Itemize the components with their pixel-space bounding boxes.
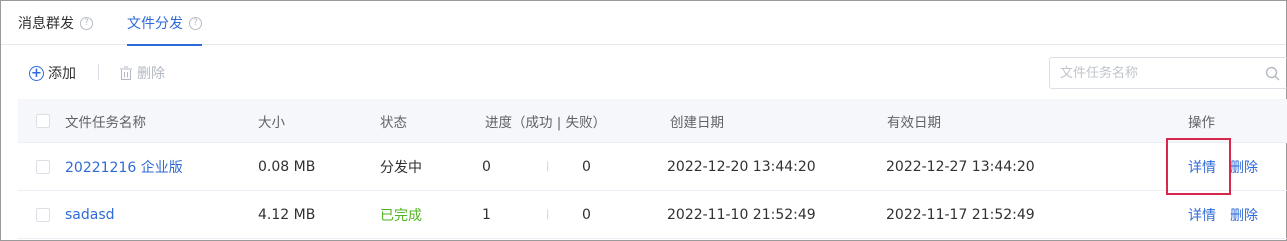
header-size: 大小 [258,114,285,131]
progress-separator: | [546,161,550,172]
help-icon[interactable]: ? [80,16,93,30]
tab-file-distribution-label: 文件分发 [127,16,183,32]
fail-count: 0 [582,206,591,223]
delete-link[interactable]: 删除 [1230,191,1258,238]
add-button-label: 添加 [48,66,76,82]
trash-icon [120,66,132,80]
delete-link[interactable]: 删除 [1230,143,1258,190]
created-date: 2022-12-20 13:44:20 [667,158,816,175]
status-text: 已完成 [380,207,422,224]
select-all-checkbox[interactable] [36,113,50,128]
delete-button-label: 删除 [137,66,165,82]
row-select-cell [36,143,50,190]
task-name-link[interactable]: 20221216 企业版 [65,143,183,190]
table-row: sadasd 4.12 MB 已完成 1 | 0 2022-11-10 21:5… [18,191,1287,239]
tab-file-distribution[interactable]: 文件分发 ? [127,1,202,46]
row-checkbox[interactable] [36,159,50,174]
table-row: 20221216 企业版 0.08 MB 分发中 0 | 0 2022-12-2… [18,143,1287,191]
status-text: 分发中 [380,159,422,176]
toolbar-divider [98,64,99,80]
header-status: 状态 [380,114,407,131]
header-actions: 操作 [1188,114,1215,131]
file-size: 0.08 MB [258,158,316,175]
created-date: 2022-11-10 21:52:49 [667,206,816,223]
detail-link[interactable]: 详情 [1188,143,1216,190]
row-select-cell [36,191,50,238]
plus-circle-icon: + [29,65,44,81]
header-progress: 进度（成功 | 失败） [485,114,607,131]
add-button[interactable]: + 添加 [29,61,76,85]
delete-button[interactable]: 删除 [119,61,165,85]
header-name: 文件任务名称 [65,114,146,131]
fail-count: 0 [582,158,591,175]
tab-bar: 消息群发 ? 文件分发 ? [1,1,1286,46]
table-header: 文件任务名称 大小 状态 进度（成功 | 失败） 创建日期 有效日期 操作 [18,99,1287,143]
help-icon[interactable]: ? [189,16,202,30]
expires-date: 2022-12-27 13:44:20 [886,158,1035,175]
search-input[interactable] [1060,65,1255,81]
detail-link[interactable]: 详情 [1188,191,1216,238]
task-name-link[interactable]: sadasd [65,191,115,238]
file-distribution-panel: 消息群发 ? 文件分发 ? + 添加 删除 文件任务名称 文件任务名称 大小 状… [0,0,1287,241]
row-checkbox[interactable] [36,207,50,222]
progress-separator: | [546,209,550,220]
tab-message-broadcast[interactable]: 消息群发 ? [18,1,93,45]
success-count: 0 [482,158,491,175]
select-all-cell [36,99,50,142]
search-icon[interactable] [1265,66,1280,81]
expires-date: 2022-11-17 21:52:49 [886,206,1035,223]
success-count: 1 [482,206,491,223]
header-created: 创建日期 [670,114,724,131]
file-size: 4.12 MB [258,206,316,223]
file-task-table: 文件任务名称 大小 状态 进度（成功 | 失败） 创建日期 有效日期 操作 20… [18,99,1287,239]
search-box [1049,57,1287,89]
tab-message-broadcast-label: 消息群发 [18,16,74,32]
header-expires: 有效日期 [887,114,941,131]
